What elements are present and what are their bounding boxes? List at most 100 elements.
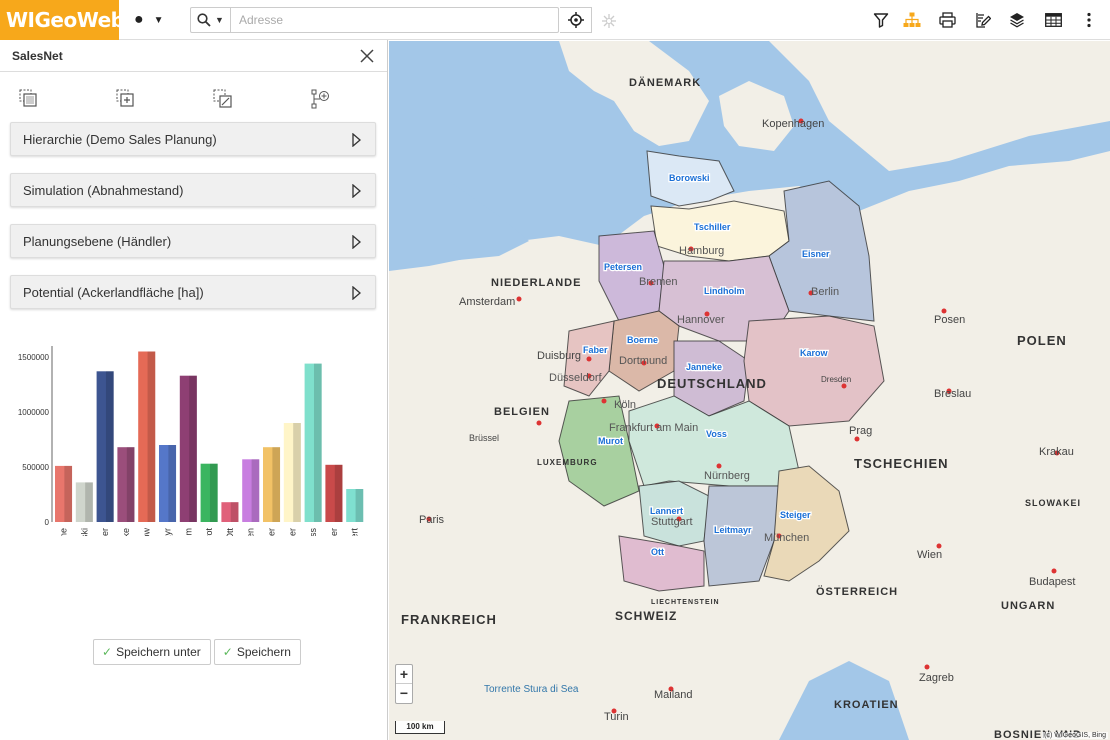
bar-shade xyxy=(85,482,93,522)
search-type-button[interactable]: ▼ xyxy=(191,8,231,32)
territory-label: Leitmayr xyxy=(714,525,752,535)
bar-shade xyxy=(126,447,135,522)
city-label: Stuttgart xyxy=(651,516,693,528)
edit-icon[interactable] xyxy=(974,11,992,29)
y-tick-label: 0 xyxy=(45,518,50,527)
table-icon[interactable] xyxy=(1044,11,1062,29)
zoom-control: + − xyxy=(395,664,413,704)
country-label: SLOWAKEI xyxy=(1025,498,1081,508)
more-icon[interactable] xyxy=(1080,11,1098,29)
assign-territory-icon[interactable] xyxy=(212,88,234,110)
crosshair-icon xyxy=(567,12,584,28)
panel-header: SalesNet xyxy=(0,40,387,72)
add-node-icon[interactable] xyxy=(309,88,331,110)
country-label: POLEN xyxy=(1017,333,1067,348)
territory-label: Karow xyxy=(800,348,829,358)
filter-icon[interactable] xyxy=(872,11,890,29)
country-label: TSCHECHIEN xyxy=(854,456,949,471)
territory-label: Boerne xyxy=(627,335,658,345)
search-icon xyxy=(197,13,211,27)
city-label: Krakau xyxy=(1039,446,1074,458)
scale-bar: 100 km xyxy=(395,721,445,734)
panel-toolbar xyxy=(0,88,388,112)
country-label: LUXEMBURG xyxy=(537,458,598,467)
city-label: Kopenhagen xyxy=(762,118,824,130)
x-tick-label: Leitmayr xyxy=(163,528,173,536)
save-button[interactable]: ✓ Speichern xyxy=(213,639,301,665)
accordion-planungsebene[interactable]: Planungsebene (Händler) xyxy=(10,224,376,258)
x-tick-label: Eisner xyxy=(100,528,110,536)
city-label: Posen xyxy=(934,314,965,326)
app-logo: WIGeoWeb xyxy=(0,0,125,40)
land-zealand xyxy=(719,81,794,151)
city-label: Berlin xyxy=(811,286,839,298)
accordion-simulation[interactable]: Simulation (Abnahmestand) xyxy=(10,173,376,207)
address-input[interactable] xyxy=(231,8,558,32)
save-as-label: Speichern unter xyxy=(116,645,201,659)
zoom-in-button[interactable]: + xyxy=(396,665,412,684)
check-icon: ✓ xyxy=(102,645,113,659)
city-label: Dresden xyxy=(821,375,851,384)
accordion-potential[interactable]: Potential (Ackerlandfläche [ha]) xyxy=(10,275,376,309)
hierarchy-icon[interactable] xyxy=(903,11,921,29)
x-tick-label: Tschiller xyxy=(287,528,297,536)
x-tick-label: Ott xyxy=(225,528,235,536)
territory-label: Faber xyxy=(583,345,608,355)
bar-shade xyxy=(147,351,156,522)
x-tick-label: Faber xyxy=(329,528,339,536)
bar-shade xyxy=(355,489,364,522)
city-label: Prag xyxy=(849,425,872,437)
city-label: München xyxy=(764,532,809,544)
mode-dropdown[interactable]: ● ▼ xyxy=(134,10,184,30)
accordion-hierarchie[interactable]: Hierarchie (Demo Sales Planung) xyxy=(10,122,376,156)
map-canvas: DÄNEMARK NIEDERLANDE DEUTSCHLAND BELGIEN… xyxy=(389,41,1110,740)
map-attribution: (c) WIGeoGIS, Bing xyxy=(1042,732,1108,739)
city-label: Budapest xyxy=(1029,576,1075,588)
save-as-button[interactable]: ✓ Speichern unter xyxy=(93,639,211,665)
bar-shade xyxy=(313,363,322,522)
land-sweden xyxy=(769,41,1110,171)
copy-territory-icon[interactable] xyxy=(115,88,137,110)
measure-icon[interactable] xyxy=(600,12,618,30)
y-tick-label: 1500000 xyxy=(18,353,50,362)
city-label: Hannover xyxy=(677,314,725,326)
country-label: LIECHTENSTEIN xyxy=(651,599,720,606)
x-tick-label: Lindholm xyxy=(183,528,193,536)
bar-shade xyxy=(293,423,301,522)
bar-shade xyxy=(189,375,197,522)
layers-icon[interactable] xyxy=(1008,11,1026,29)
accordion-label: Simulation (Abnahmestand) xyxy=(23,183,184,198)
x-tick-label: Murot xyxy=(204,528,214,536)
map-view[interactable]: DÄNEMARK NIEDERLANDE DEUTSCHLAND BELGIEN… xyxy=(389,41,1110,740)
bar-shade xyxy=(168,445,177,522)
accordion-label: Potential (Ackerlandfläche [ha]) xyxy=(23,285,204,300)
territory-label: Petersen xyxy=(604,262,642,272)
print-icon[interactable] xyxy=(938,11,956,29)
bar-shade xyxy=(105,371,114,522)
country-label: ÖSTERREICH xyxy=(816,585,898,598)
city-label: Zagreb xyxy=(919,672,954,684)
city-label: Duisburg xyxy=(537,350,581,362)
city-label: Paris xyxy=(419,514,445,526)
country-label: KROATIEN xyxy=(834,699,899,711)
select-territory-icon[interactable] xyxy=(18,88,40,110)
caret-down-icon: ▼ xyxy=(215,15,224,25)
close-icon[interactable] xyxy=(359,48,375,64)
country-label: UNGARN xyxy=(1001,600,1055,612)
x-tick-label: Boerne xyxy=(59,528,69,536)
x-tick-label: Voss xyxy=(308,528,318,536)
land-scandinavia xyxy=(559,41,709,146)
locate-button[interactable] xyxy=(560,7,592,33)
bar-shade xyxy=(272,447,281,522)
zoom-out-button[interactable]: − xyxy=(396,684,412,703)
save-label: Speichern xyxy=(236,645,291,659)
territory-label: Lindholm xyxy=(704,286,745,296)
territory-label: Janneke xyxy=(686,362,722,372)
x-tick-label: Lannert xyxy=(350,528,360,536)
dot-icon: ● xyxy=(134,11,144,28)
city-label: Brüssel xyxy=(469,433,499,443)
x-tick-label: Petersen xyxy=(246,528,256,536)
y-tick-label: 1000000 xyxy=(18,408,50,417)
sea-label: Torrente Stura di Sea xyxy=(484,684,579,695)
country-label: SCHWEIZ xyxy=(615,609,677,623)
